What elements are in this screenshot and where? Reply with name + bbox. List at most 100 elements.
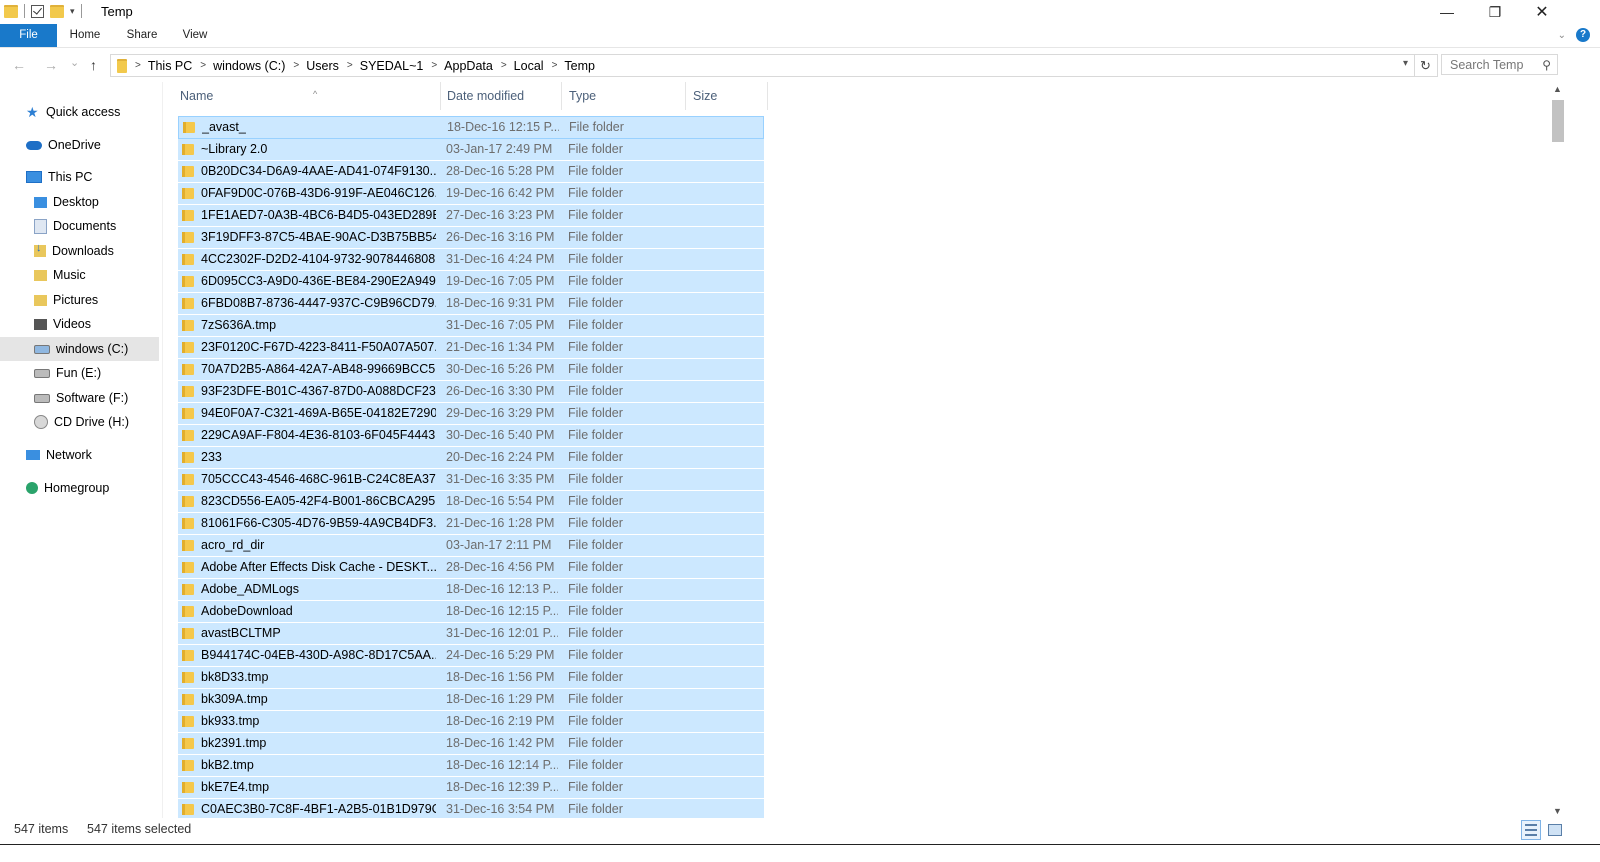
properties-icon[interactable] — [31, 4, 44, 18]
table-row[interactable]: 0FAF9D0C-076B-43D6-919F-AE046C126... 19-D… — [178, 183, 764, 205]
sidebar-item-desktop[interactable]: Desktop — [34, 190, 99, 214]
breadcrumb-temp[interactable]: Temp — [564, 59, 595, 73]
breadcrumb-local[interactable]: Local — [514, 59, 544, 73]
file-name[interactable]: ~Library 2.0 — [201, 139, 436, 160]
minimize-button[interactable]: — — [1424, 0, 1470, 24]
file-name[interactable]: 94E0F0A7-C321-469A-B65E-04182E7290... — [201, 403, 436, 424]
table-row[interactable]: bk309A.tmp 18-Dec-16 1:29 PM File folder — [178, 689, 764, 711]
tab-file[interactable]: File — [0, 24, 57, 47]
table-row[interactable]: _avast_ 18-Dec-16 12:15 P... File folder — [178, 116, 764, 139]
table-row[interactable]: bkE7E4.tmp 18-Dec-16 12:39 P... File folde… — [178, 777, 764, 799]
sidebar-item-software-f[interactable]: Software (F:) — [34, 386, 128, 410]
table-row[interactable]: B944174C-04EB-430D-A98C-8D17C5AA... 24-De… — [178, 645, 764, 667]
file-name[interactable]: 0B20DC34-D6A9-4AAE-AD41-074F9130... — [201, 161, 436, 182]
file-name[interactable]: 823CD556-EA05-42F4-B001-86CBCA295... — [201, 491, 436, 512]
sidebar-item-fun-e[interactable]: Fun (E:) — [34, 361, 101, 385]
chevron-right-icon[interactable]: > — [431, 60, 437, 71]
address-dropdown-icon[interactable]: ▾ — [1403, 58, 1408, 69]
table-row[interactable]: acro_rd_dir 03-Jan-17 2:11 PM File folder — [178, 535, 764, 557]
breadcrumb-users[interactable]: Users — [306, 59, 339, 73]
sidebar-item-homegroup[interactable]: Homegroup — [26, 476, 109, 500]
search-icon[interactable]: ⚲ — [1542, 58, 1551, 72]
new-folder-icon[interactable] — [50, 4, 64, 18]
close-button[interactable]: ✕ — [1519, 0, 1565, 24]
file-name[interactable]: 1FE1AED7-0A3B-4BC6-B4D5-043ED289B... — [201, 205, 436, 226]
sidebar-item-windows-c[interactable]: windows (C:) — [0, 337, 159, 361]
expand-ribbon-icon[interactable]: ⌄ — [1558, 30, 1566, 41]
address-bar[interactable]: > This PC > windows (C:) > Users > SYEDAL~1 … — [110, 54, 1415, 77]
sidebar-item-documents[interactable]: Documents — [34, 214, 116, 238]
sidebar-item-videos[interactable]: Videos — [34, 312, 91, 336]
vertical-scrollbar[interactable]: ▲ ▼ — [1548, 82, 1568, 818]
table-row[interactable]: 233 20-Dec-16 2:24 PM File folder — [178, 447, 764, 469]
table-row[interactable]: 23F0120C-F67D-4223-8411-F50A07A507... 21-… — [178, 337, 764, 359]
sidebar-item-onedrive[interactable]: OneDrive — [26, 133, 101, 157]
column-header-type[interactable]: Type — [562, 82, 686, 110]
breadcrumb-appdata[interactable]: AppData — [444, 59, 493, 73]
scrollbar-thumb[interactable] — [1552, 100, 1564, 142]
back-button[interactable]: ← — [12, 57, 26, 73]
file-name[interactable]: _avast_ — [202, 117, 437, 138]
table-row[interactable]: 705CCC43-4546-468C-961B-C24C8EA379... 31-… — [178, 469, 764, 491]
file-name[interactable]: bk8D33.tmp — [201, 667, 436, 688]
file-name[interactable]: 70A7D2B5-A864-42A7-AB48-99669BCC5... — [201, 359, 436, 380]
chevron-right-icon[interactable]: > — [552, 60, 558, 71]
file-name[interactable]: 6D095CC3-A9D0-436E-BE84-290E2A949... — [201, 271, 436, 292]
file-name[interactable]: bkB2.tmp — [201, 755, 436, 776]
table-row[interactable]: Adobe After Effects Disk Cache - DESKT..… — [178, 557, 764, 579]
table-row[interactable]: 6D095CC3-A9D0-436E-BE84-290E2A949... 19-D… — [178, 271, 764, 293]
column-header-name[interactable]: Name ^ — [173, 82, 441, 110]
file-name[interactable]: 233 — [201, 447, 436, 468]
table-row[interactable]: 1FE1AED7-0A3B-4BC6-B4D5-043ED289B... 27-D… — [178, 205, 764, 227]
table-row[interactable]: 94E0F0A7-C321-469A-B65E-04182E7290... 29-… — [178, 403, 764, 425]
tab-share[interactable]: Share — [122, 24, 162, 47]
refresh-button[interactable]: ↻ — [1414, 54, 1438, 77]
table-row[interactable]: ~Library 2.0 03-Jan-17 2:49 PM File folder — [178, 139, 764, 161]
table-row[interactable]: AdobeDownload 18-Dec-16 12:15 P... File fo… — [178, 601, 764, 623]
recent-locations-button[interactable]: ⌄ — [70, 56, 79, 69]
large-icons-view-button[interactable] — [1545, 820, 1563, 838]
search-input[interactable]: Search Temp ⚲ — [1441, 54, 1558, 75]
table-row[interactable]: 3F19DFF3-87C5-4BAE-90AC-D3B75BB54... 26-D… — [178, 227, 764, 249]
file-name[interactable]: 93F23DFE-B01C-4367-87D0-A088DCF23... — [201, 381, 436, 402]
sidebar-item-this-pc[interactable]: This PC — [26, 165, 92, 189]
file-name[interactable]: acro_rd_dir — [201, 535, 436, 556]
file-name[interactable]: 705CCC43-4546-468C-961B-C24C8EA379... — [201, 469, 436, 490]
chevron-right-icon[interactable]: > — [501, 60, 507, 71]
chevron-right-icon[interactable]: > — [293, 60, 299, 71]
file-name[interactable]: 3F19DFF3-87C5-4BAE-90AC-D3B75BB54... — [201, 227, 436, 248]
table-row[interactable]: bk2391.tmp 18-Dec-16 1:42 PM File folder — [178, 733, 764, 755]
file-name[interactable]: 229CA9AF-F804-4E36-8103-6F045F4443... — [201, 425, 436, 446]
file-name[interactable]: Adobe_ADMLogs — [201, 579, 436, 600]
file-name[interactable]: Adobe After Effects Disk Cache - DESKT..… — [201, 557, 436, 578]
table-row[interactable]: avastBCLTMP 31-Dec-16 12:01 P... File fold… — [178, 623, 764, 645]
scroll-up-icon[interactable]: ▲ — [1553, 84, 1562, 94]
file-name[interactable]: 4CC2302F-D2D2-4104-9732-9078446808... — [201, 249, 436, 270]
file-name[interactable]: B944174C-04EB-430D-A98C-8D17C5AA... — [201, 645, 436, 666]
customize-qat-icon[interactable]: ▾ — [70, 6, 75, 17]
breadcrumb-user[interactable]: SYEDAL~1 — [360, 59, 424, 73]
breadcrumb-windows-c[interactable]: windows (C:) — [213, 59, 285, 73]
sidebar-item-cd-drive-h[interactable]: CD Drive (H:) — [34, 410, 129, 434]
file-name[interactable]: bk2391.tmp — [201, 733, 436, 754]
file-name[interactable]: 23F0120C-F67D-4223-8411-F50A07A507... — [201, 337, 436, 358]
file-name[interactable]: AdobeDownload — [201, 601, 436, 622]
chevron-right-icon[interactable]: > — [135, 60, 141, 71]
sidebar-item-quick-access[interactable]: ★ Quick access — [26, 100, 120, 124]
table-row[interactable]: bkB2.tmp 18-Dec-16 12:14 P... File folder — [178, 755, 764, 777]
file-name[interactable]: bk309A.tmp — [201, 689, 436, 710]
table-row[interactable]: 4CC2302F-D2D2-4104-9732-9078446808... 31-… — [178, 249, 764, 271]
table-row[interactable]: 0B20DC34-D6A9-4AAE-AD41-074F9130... 28-De… — [178, 161, 764, 183]
maximize-button[interactable]: ❐ — [1472, 0, 1518, 24]
table-row[interactable]: 7zS636A.tmp 31-Dec-16 7:05 PM File folder — [178, 315, 764, 337]
file-name[interactable]: bkE7E4.tmp — [201, 777, 436, 798]
sidebar-item-network[interactable]: Network — [26, 443, 92, 467]
table-row[interactable]: bk8D33.tmp 18-Dec-16 1:56 PM File folder — [178, 667, 764, 689]
tab-home[interactable]: Home — [65, 24, 105, 47]
file-name[interactable]: bk933.tmp — [201, 711, 436, 732]
table-row[interactable]: 229CA9AF-F804-4E36-8103-6F045F4443... 30-… — [178, 425, 764, 447]
table-row[interactable]: bk933.tmp 18-Dec-16 2:19 PM File folder — [178, 711, 764, 733]
sidebar-item-music[interactable]: Music — [34, 263, 86, 287]
details-view-button[interactable] — [1521, 820, 1541, 840]
table-row[interactable]: 81061F66-C305-4D76-9B59-4A9CB4DF3... 21-D… — [178, 513, 764, 535]
